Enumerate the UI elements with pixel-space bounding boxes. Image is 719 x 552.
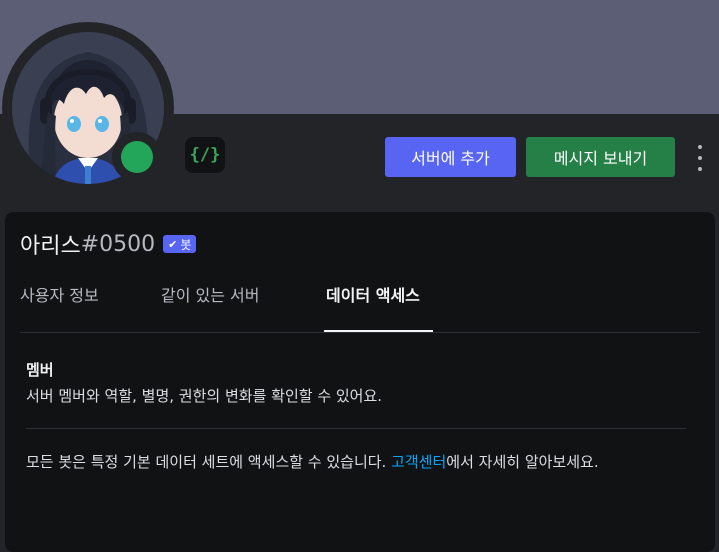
tabs-divider <box>20 332 700 333</box>
tab-user-info[interactable]: 사용자 정보 <box>20 282 99 332</box>
more-vertical-icon[interactable] <box>690 145 710 171</box>
tab-data-access[interactable]: 데이터 액세스 <box>326 282 420 332</box>
profile-panel <box>5 212 715 552</box>
data-access-note: 모든 봇은 특정 기본 데이터 세트에 액세스할 수 있습니다. 고객센터에서 … <box>26 451 696 474</box>
tab-mutual-servers[interactable]: 같이 있는 서버 <box>161 282 260 332</box>
username-text: 아리스 <box>20 234 81 259</box>
permission-section-title: 멤버 <box>26 361 54 379</box>
note-text-before: 모든 봇은 특정 기본 데이터 세트에 액세스할 수 있습니다. <box>26 453 392 471</box>
more-dot <box>698 167 702 171</box>
add-to-server-button[interactable]: 서버에 추가 <box>385 137 516 177</box>
discriminator-text: #0500 <box>80 231 156 257</box>
online-status-indicator <box>121 141 153 173</box>
content-divider <box>26 428 686 429</box>
more-dot <box>698 156 702 160</box>
check-icon: ✔ <box>168 237 178 251</box>
profile-username: 아리스 #0500 ✔ 봇 <box>20 228 197 260</box>
send-message-button[interactable]: 메시지 보내기 <box>526 137 675 177</box>
help-center-link[interactable]: 고객센터 <box>391 453 446 471</box>
note-text-after: 에서 자세히 알아보세요. <box>446 453 599 471</box>
more-dot <box>698 145 702 149</box>
code-badge-icon[interactable]: {/} <box>185 137 225 173</box>
bot-tag-label: 봇 <box>180 237 192 252</box>
permission-section-description: 서버 멤버와 역할, 별명, 권한의 변화를 확인할 수 있어요. <box>26 387 383 405</box>
bot-tag-badge: ✔ 봇 <box>163 235 197 253</box>
